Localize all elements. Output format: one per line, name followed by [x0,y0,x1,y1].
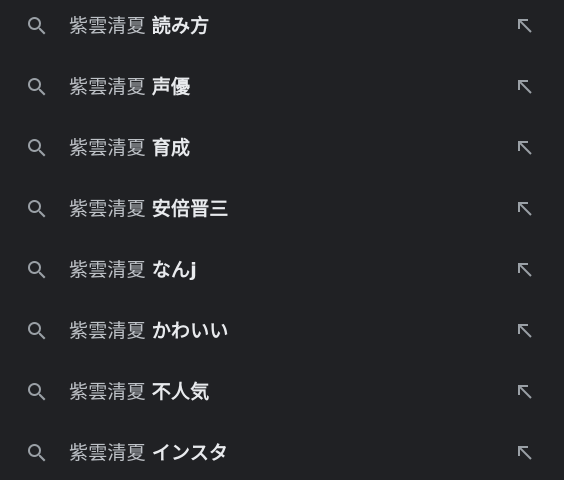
arrow-up-left-icon[interactable] [513,136,537,160]
suggestion-text: 紫雲清夏 不人気 [69,380,209,404]
arrow-up-left-icon[interactable] [513,14,537,38]
search-icon [28,260,46,278]
suggestion-completion: 不人気 [151,380,210,403]
suggestion-row[interactable]: 紫雲清夏 なんj [0,239,564,300]
search-icon [28,321,46,339]
search-icon [28,138,46,156]
suggestion-completion: 安倍晋三 [151,197,229,220]
suggestion-row[interactable]: 紫雲清夏 声優 [0,56,564,117]
suggestion-query: 紫雲清夏 [69,75,146,98]
search-icon [28,443,46,461]
arrow-up-left-icon[interactable] [513,441,537,465]
arrow-up-left-icon[interactable] [513,258,537,282]
suggestion-row[interactable]: 紫雲清夏 インスタ [0,422,564,480]
suggestion-row[interactable]: 紫雲清夏 安倍晋三 [0,178,564,239]
search-icon [28,382,46,400]
suggestion-text: 紫雲清夏 読み方 [69,14,209,38]
suggestion-text: 紫雲清夏 かわいい [69,319,229,343]
suggestion-completion: インスタ [151,441,229,464]
suggestion-row[interactable]: 紫雲清夏 かわいい [0,300,564,361]
suggestion-query: 紫雲清夏 [69,14,146,37]
suggestion-completion: 育成 [151,136,191,159]
suggestion-completion: 声優 [151,75,191,98]
suggestion-query: 紫雲清夏 [69,319,146,342]
suggestion-row[interactable]: 紫雲清夏 育成 [0,117,564,178]
suggestion-completion: なんj [151,258,197,281]
search-icon [28,77,46,95]
search-icon [28,16,46,34]
suggestion-text: 紫雲清夏 なんj [69,258,197,282]
suggestion-query: 紫雲清夏 [69,197,146,220]
autocomplete-suggestion-list: 紫雲清夏 読み方 紫雲清夏 声優 紫雲清夏 育成 紫雲清夏 安倍晋三 紫雲清夏 なんj 紫… [0,0,564,480]
suggestion-text: 紫雲清夏 声優 [69,75,190,99]
suggestion-completion: かわいい [151,319,229,342]
suggestion-text: 紫雲清夏 安倍晋三 [69,197,229,221]
search-icon [28,199,46,217]
suggestion-completion: 読み方 [151,14,210,37]
suggestion-query: 紫雲清夏 [69,441,146,464]
suggestion-row[interactable]: 紫雲清夏 不人気 [0,361,564,422]
arrow-up-left-icon[interactable] [513,319,537,343]
arrow-up-left-icon[interactable] [513,380,537,404]
suggestion-text: 紫雲清夏 育成 [69,136,190,160]
suggestion-text: 紫雲清夏 インスタ [69,441,228,465]
suggestion-query: 紫雲清夏 [69,380,146,403]
suggestion-row[interactable]: 紫雲清夏 読み方 [0,0,564,56]
arrow-up-left-icon[interactable] [513,197,537,221]
arrow-up-left-icon[interactable] [513,75,537,99]
suggestion-query: 紫雲清夏 [69,258,146,281]
suggestion-query: 紫雲清夏 [69,136,146,159]
